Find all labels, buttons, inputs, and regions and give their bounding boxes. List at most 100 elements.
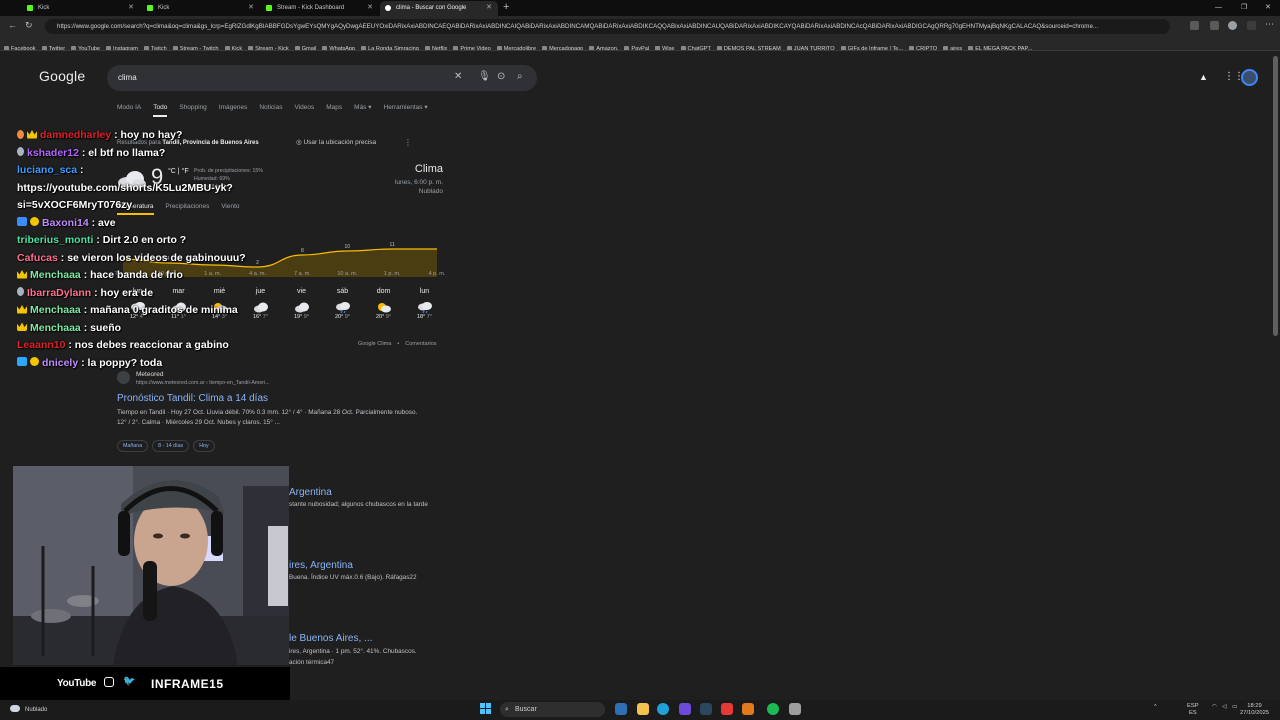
precise-location-button[interactable]: ◎ Usar la ubicación precisa [296, 138, 376, 146]
extension-icon[interactable] [1190, 21, 1199, 30]
spotify-icon[interactable] [767, 703, 779, 715]
app-icon[interactable] [721, 703, 733, 715]
chat-username[interactable]: Baxoni14 [42, 217, 89, 229]
bookmark-item[interactable]: ChatGPT [680, 43, 711, 50]
windows-start-icon[interactable] [480, 703, 492, 715]
bookmark-item[interactable]: YouTube [71, 43, 100, 50]
sitelink-chip[interactable]: Hoy [193, 440, 215, 452]
more-options-icon[interactable]: ⋮ [404, 138, 412, 147]
bookmark-item[interactable]: aires [943, 43, 962, 50]
sitelink-chip[interactable]: Mañana [117, 440, 149, 452]
search-icon[interactable]: ⌕ [517, 71, 523, 82]
address-bar[interactable]: https://www.google.com/search?q=clima&oq… [45, 19, 1170, 34]
result-site-name[interactable]: Meteored [136, 371, 163, 378]
bookmark-item[interactable]: Prime Video [453, 43, 491, 50]
chat-username[interactable]: Menchaaa [30, 304, 81, 316]
bookmark-item[interactable]: Netflix [424, 43, 447, 50]
new-tab-button[interactable]: + [503, 0, 509, 15]
search-box[interactable]: clima ✕ 🎙 ⊙ ⌕ [107, 65, 537, 91]
account-avatar[interactable] [1241, 69, 1258, 86]
filter-tab[interactable]: Noticias [259, 104, 282, 111]
forecast-day[interactable]: vie 19° 9° [281, 288, 322, 320]
maximize-icon[interactable]: ❐ [1241, 0, 1247, 16]
page-scrollbar[interactable] [1273, 56, 1278, 336]
bookmark-item[interactable]: EL MEGA PACK PAP... [968, 43, 1032, 50]
browser-tab-kick-1[interactable]: Kick ✕ [22, 1, 140, 16]
chevron-up-icon[interactable]: ^ [1154, 704, 1157, 711]
result-title[interactable]: ires, Argentina [289, 560, 353, 571]
bookmark-item[interactable]: JUAN TURRITO [786, 43, 835, 50]
close-tab-icon[interactable]: ✕ [128, 1, 134, 15]
filter-tab[interactable]: Modo IA [117, 104, 141, 111]
browser-tab-google-search[interactable]: clima - Buscar con Google ✕ [380, 1, 498, 16]
chat-username[interactable]: dnicely [42, 357, 78, 369]
profile-avatar-icon[interactable] [1228, 21, 1237, 30]
result-url[interactable]: https://www.meteored.com.ar › tiempo-en_… [136, 380, 270, 386]
chat-username[interactable]: IbarraDylann [27, 287, 91, 299]
bookmark-item[interactable]: Facebook [4, 43, 36, 50]
labs-icon[interactable]: ▲ [1199, 72, 1208, 82]
edge-icon[interactable] [657, 703, 669, 715]
bookmark-item[interactable]: Gmail [294, 43, 316, 50]
forecast-day[interactable]: sáb 20° 9° [322, 288, 363, 320]
bookmark-item[interactable]: WhatsApp [322, 43, 355, 50]
bookmark-item[interactable]: La Ronda Simracing [361, 43, 419, 50]
bookmark-item[interactable]: Mercadolibre [496, 43, 536, 50]
bookmark-item[interactable]: Twitch [143, 43, 167, 50]
wifi-icon[interactable]: ◠ [1212, 704, 1217, 711]
close-tab-icon[interactable]: ✕ [248, 1, 254, 15]
steam-icon[interactable] [700, 703, 712, 715]
forecast-day[interactable]: lun 18° 7° [404, 288, 445, 320]
bookmark-item[interactable]: Mercadopago [542, 43, 583, 50]
copilot-icon[interactable] [1247, 21, 1256, 30]
filter-tab[interactable]: Maps [326, 104, 342, 111]
filter-tab[interactable]: Videos [294, 104, 314, 111]
chat-username[interactable]: Leaann10 [17, 339, 65, 351]
bookmark-item[interactable]: Stream - Twitch [172, 43, 219, 50]
search-input[interactable]: clima [118, 73, 137, 82]
bookmark-item[interactable]: PayPal [624, 43, 649, 50]
chat-username[interactable]: damnedharley [40, 129, 111, 141]
bookmark-item[interactable]: CRIPTO [909, 43, 937, 50]
close-tab-icon[interactable]: ✕ [486, 1, 492, 15]
bookmark-item[interactable]: Twitter [41, 43, 65, 50]
battery-icon[interactable]: ▭ [1232, 704, 1237, 711]
close-window-icon[interactable]: ✕ [1265, 0, 1271, 16]
chat-username[interactable]: Menchaaa [30, 322, 81, 334]
browser-tab-kick-dashboard[interactable]: Stream - Kick Dashboard ✕ [261, 1, 379, 16]
chat-username[interactable]: luciano_sca [17, 164, 77, 176]
bookmark-item[interactable]: DEMOS PAL STREAM [716, 43, 781, 50]
feedback-link[interactable]: Comentarios [405, 341, 436, 347]
google-weather-link[interactable]: Google Clima [358, 341, 391, 347]
bookmark-item[interactable]: Kick [224, 43, 242, 50]
filter-tab[interactable]: Todo [153, 104, 168, 117]
microphone-icon[interactable]: 🎙 [478, 71, 491, 82]
close-tab-icon[interactable]: ✕ [367, 1, 373, 15]
browser-tab-kick-2[interactable]: Kick ✕ [142, 1, 260, 16]
reload-icon[interactable]: ↻ [25, 20, 33, 31]
result-title[interactable]: Argentina [289, 487, 332, 498]
sitelink-chip[interactable]: 8 - 14 días [152, 440, 190, 452]
google-logo[interactable]: Google [39, 68, 85, 84]
clock[interactable]: 18:29 27/10/2025 [1240, 703, 1269, 717]
chat-username[interactable]: kshader12 [27, 147, 79, 159]
filter-tab[interactable]: Más ▾ [354, 104, 371, 111]
weather-widget[interactable]: Nublado [0, 700, 290, 720]
filter-tab[interactable]: Imágenes [219, 104, 248, 111]
result-title[interactable]: le Buenos Aires, ... [289, 633, 372, 644]
bookmark-item[interactable]: GIFs de Inframe | Te... [840, 43, 903, 50]
bookmark-item[interactable]: Instagram [106, 43, 138, 50]
app-icon[interactable] [742, 703, 754, 715]
task-view-icon[interactable] [615, 703, 627, 715]
result-title[interactable]: Pronóstico Tandil: Clima a 14 días [117, 393, 268, 404]
chat-username[interactable]: Cafucas [17, 252, 58, 264]
filter-tab[interactable]: Herramientas ▾ [384, 104, 428, 111]
bookmark-item[interactable]: Amazon. [589, 43, 618, 50]
discord-icon[interactable] [679, 703, 691, 715]
app-icon[interactable] [789, 703, 801, 715]
menu-dots-icon[interactable]: ⋯ [1265, 19, 1274, 30]
minimize-icon[interactable]: — [1215, 0, 1222, 16]
file-explorer-icon[interactable] [637, 703, 649, 715]
filter-tab[interactable]: Shopping [179, 104, 206, 111]
language-indicator[interactable]: ESP ES [1187, 703, 1199, 717]
